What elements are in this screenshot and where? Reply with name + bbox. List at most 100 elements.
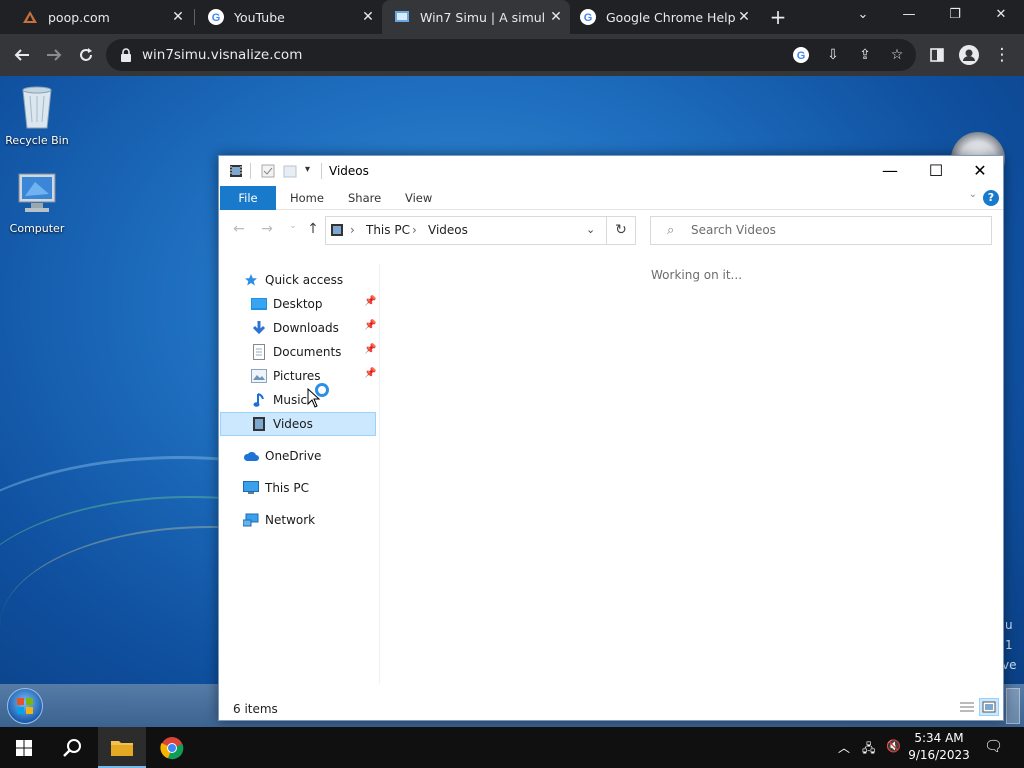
tab-chrome-help[interactable]: G Google Chrome Help ✕	[568, 0, 758, 34]
restore-browser-button[interactable]: ❐	[932, 0, 978, 34]
tab-win7simu[interactable]: Win7 Simu | A simulator ✕	[382, 0, 570, 34]
desktop-icon-label: Recycle Bin	[5, 134, 69, 147]
tab-poop[interactable]: poop.com ✕	[0, 0, 192, 34]
explorer-titlebar: ▾ Videos — ☐ ✕	[219, 156, 1003, 186]
nav-label: Downloads	[273, 321, 339, 335]
tab-youtube[interactable]: G YouTube ✕	[186, 0, 382, 34]
win7-start-orb-icon[interactable]	[7, 688, 43, 724]
close-tab-icon[interactable]: ✕	[170, 9, 186, 25]
win7simu-favicon-icon	[394, 9, 410, 25]
tab-share[interactable]: Share	[334, 186, 395, 210]
chrome-menu-icon[interactable]: ⋮	[987, 40, 1017, 70]
customize-qat-chevron-icon[interactable]: ▾	[305, 164, 310, 175]
nav-label: This PC	[265, 481, 309, 495]
wallpaper-text: u	[1005, 618, 1013, 632]
new-tab-button[interactable]: +	[767, 6, 789, 28]
tab-search-chevron-icon[interactable]: ⌄	[840, 0, 886, 34]
documents-icon	[251, 344, 267, 360]
cloud-icon	[243, 448, 259, 464]
close-button[interactable]: ✕	[957, 156, 1003, 186]
side-panel-icon[interactable]	[922, 40, 952, 70]
nav-desktop[interactable]: Desktop 📌	[251, 292, 379, 316]
minimize-button[interactable]: —	[867, 156, 913, 186]
desktop-icon-computer[interactable]: Computer	[0, 170, 74, 235]
windows-start-icon[interactable]	[0, 727, 48, 768]
nav-quick-access[interactable]: Quick access	[243, 268, 343, 292]
up-arrow-icon[interactable]: ↑	[303, 221, 323, 239]
volume-muted-icon[interactable]: 🔇	[886, 739, 901, 753]
share-icon[interactable]: ⇪	[856, 46, 874, 64]
properties-icon[interactable]	[261, 164, 275, 178]
search-input[interactable]: ⌕ Search Videos	[650, 216, 992, 245]
file-explorer-taskbar-icon[interactable]	[98, 727, 146, 768]
pin-icon[interactable]: 📌	[364, 320, 376, 331]
nav-music[interactable]: Music	[251, 388, 307, 412]
close-tab-icon[interactable]: ✕	[360, 9, 376, 25]
pin-icon[interactable]: 📌	[364, 368, 376, 379]
item-count: 6 items	[233, 702, 278, 716]
close-tab-icon[interactable]: ✕	[548, 9, 564, 25]
busy-spinner-icon	[315, 383, 329, 397]
address-history-chevron-icon[interactable]: ⌄	[586, 223, 595, 236]
nav-pictures[interactable]: Pictures 📌	[251, 364, 379, 388]
breadcrumb-separator-icon: ›	[350, 223, 355, 237]
show-hidden-icons-chevron-icon[interactable]: ︿	[838, 739, 850, 756]
desktop-icon-recycle-bin[interactable]: Recycle Bin	[0, 82, 74, 147]
wallpaper-text: ve	[1002, 658, 1017, 672]
address-row: ← → ⌄ ↑ › This PC › Videos ⌄ ↻ ⌕ Search …	[219, 212, 1003, 248]
pin-icon[interactable]: 📌	[364, 296, 376, 307]
forward-arrow-icon[interactable]: →	[257, 221, 277, 239]
breadcrumb-this-pc[interactable]: This PC	[366, 223, 410, 237]
chrome-taskbar-icon[interactable]	[148, 727, 196, 768]
tab-label: Win7 Simu | A simulator	[420, 9, 544, 25]
search-icon[interactable]	[48, 727, 96, 768]
minimize-browser-button[interactable]: —	[886, 0, 932, 34]
svg-text:G: G	[797, 50, 806, 62]
music-note-icon	[251, 392, 267, 408]
back-button[interactable]	[7, 40, 37, 70]
new-folder-icon[interactable]	[283, 164, 297, 178]
google-lens-icon[interactable]: G	[792, 46, 810, 64]
help-icon[interactable]: ?	[983, 190, 999, 206]
wallpaper-text: 1	[1005, 638, 1013, 652]
notifications-icon[interactable]: 🗨	[984, 737, 1003, 755]
forward-button[interactable]	[39, 40, 69, 70]
close-tab-icon[interactable]: ✕	[736, 9, 752, 25]
show-desktop-button[interactable]	[1006, 688, 1020, 724]
maximize-button[interactable]: ☐	[913, 156, 959, 186]
desktop-icon-label: Computer	[9, 222, 65, 235]
nav-downloads[interactable]: Downloads 📌	[251, 316, 379, 340]
videos-folder-icon	[330, 223, 344, 240]
breadcrumb-videos[interactable]: Videos	[428, 223, 468, 237]
tab-file[interactable]: File	[220, 186, 276, 210]
refresh-button[interactable]: ↻	[607, 216, 636, 245]
bookmark-star-icon[interactable]: ☆	[888, 46, 906, 64]
nav-this-pc[interactable]: This PC	[243, 476, 309, 500]
computer-icon	[15, 170, 59, 218]
clock-date: 9/16/2023	[908, 748, 970, 762]
close-browser-button[interactable]: ✕	[978, 0, 1024, 34]
recent-locations-chevron-icon[interactable]: ⌄	[283, 221, 303, 239]
pin-icon[interactable]: 📌	[364, 344, 376, 355]
nav-onedrive[interactable]: OneDrive	[243, 444, 321, 468]
details-view-icon[interactable]	[957, 698, 977, 716]
large-icons-view-icon[interactable]	[979, 698, 999, 716]
network-icon	[243, 512, 259, 528]
expand-ribbon-chevron-icon[interactable]: ⌄	[969, 189, 977, 200]
system-clock[interactable]: 5:34 AM 9/16/2023	[902, 730, 976, 764]
nav-documents[interactable]: Documents 📌	[251, 340, 379, 364]
reload-button[interactable]	[71, 40, 101, 70]
nav-network[interactable]: Network	[243, 508, 315, 532]
tab-view[interactable]: View	[391, 186, 446, 210]
address-breadcrumb[interactable]: › This PC › Videos ⌄	[325, 216, 607, 245]
desktop-folder-icon	[251, 296, 267, 312]
ribbon-tabs: File Home Share View ⌄ ?	[219, 186, 1003, 210]
nav-videos[interactable]: Videos	[220, 412, 376, 436]
tab-home[interactable]: Home	[276, 186, 338, 210]
install-app-icon[interactable]: ⇩	[824, 46, 842, 64]
back-arrow-icon[interactable]: ←	[229, 221, 249, 239]
network-tray-icon[interactable]: 🖧	[862, 739, 875, 760]
profile-avatar-icon[interactable]	[954, 40, 984, 70]
address-bar[interactable]: win7simu.visnalize.com G ⇩ ⇪ ☆	[106, 39, 916, 71]
pane-divider[interactable]	[379, 264, 380, 684]
